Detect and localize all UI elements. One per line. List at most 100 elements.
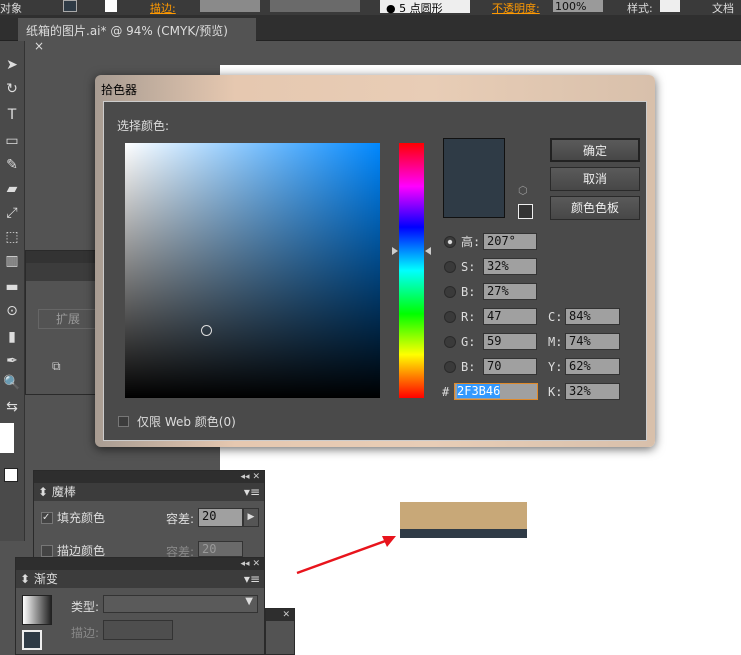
- divide-icon[interactable]: ⧉: [52, 359, 61, 374]
- saturation-radio[interactable]: [444, 260, 456, 273]
- fill-tolerance-input[interactable]: 20: [198, 508, 243, 527]
- red-input[interactable]: 47: [483, 308, 537, 325]
- panel-menu-icon[interactable]: ▾≡: [244, 483, 260, 501]
- collapse-icon[interactable]: ◂◂: [241, 559, 250, 569]
- brightness-row: B: 27%: [444, 283, 537, 300]
- stroke-tolerance-input[interactable]: 20: [198, 541, 243, 557]
- cyan-row: C: 84%: [548, 308, 620, 325]
- stroke-swatch[interactable]: [105, 0, 117, 12]
- object-label: 对象: [0, 2, 22, 15]
- color-cursor[interactable]: [201, 325, 212, 336]
- gradient-preview[interactable]: [22, 595, 52, 625]
- fill-color-option[interactable]: ✓ 填充颜色: [41, 509, 105, 526]
- magic-wand-tab[interactable]: ⬍ 魔棒 ▾≡: [34, 483, 264, 501]
- rectangle-tool-icon[interactable]: ▭: [2, 133, 22, 153]
- black-label: K:: [548, 384, 563, 399]
- hue-row: 高: 207°: [444, 233, 537, 250]
- gradient-stroke-buttons[interactable]: [103, 620, 173, 640]
- color-field[interactable]: [125, 143, 380, 398]
- style-swatch[interactable]: [660, 0, 680, 12]
- variable-width-select[interactable]: [270, 0, 360, 12]
- yellow-input[interactable]: 62%: [565, 358, 620, 375]
- hue-radio[interactable]: [444, 235, 456, 248]
- web-safe-swatch-icon[interactable]: [518, 204, 533, 219]
- close-icon[interactable]: ✕: [252, 472, 260, 482]
- document-tab[interactable]: 纸箱的图片.ai* @ 94% (CMYK/预览) ×: [18, 18, 256, 53]
- type-tool-icon[interactable]: T: [2, 107, 22, 127]
- fill-swatch[interactable]: [63, 0, 77, 12]
- web-only-label: 仅限 Web 颜色(0): [137, 415, 236, 429]
- red-label: R:: [461, 309, 476, 324]
- blue-input[interactable]: 70: [483, 358, 537, 375]
- hue-handle-left[interactable]: [392, 247, 398, 255]
- fill-tolerance-arrow-icon[interactable]: ▶: [243, 508, 259, 527]
- document-setup-button[interactable]: 文档: [712, 0, 734, 16]
- expand-button[interactable]: 扩展: [38, 309, 98, 329]
- magic-wand-title: 魔棒: [51, 485, 76, 499]
- green-input[interactable]: 59: [483, 333, 537, 350]
- eraser-tool-icon[interactable]: ▰: [2, 181, 22, 201]
- gamut-cube-icon[interactable]: ⬡: [518, 184, 528, 197]
- black-input[interactable]: 32%: [565, 383, 620, 400]
- scale-tool-icon[interactable]: ⤢: [2, 205, 22, 225]
- fill-stroke-icon[interactable]: [0, 423, 14, 453]
- red-row: R: 47: [444, 308, 537, 325]
- close-icon[interactable]: ×: [34, 39, 44, 53]
- free-transform-icon[interactable]: ⬚: [2, 229, 22, 249]
- column-graph-icon[interactable]: ▮: [2, 329, 22, 349]
- gradient-tool-icon[interactable]: ▬: [2, 279, 22, 299]
- artwork-brown-rect[interactable]: [400, 502, 527, 529]
- stroke-weight-input[interactable]: [200, 0, 260, 12]
- select-color-label: 选择颜色:: [117, 119, 170, 133]
- brightness-label: B:: [461, 284, 476, 299]
- panel-header: ◂◂ ✕: [34, 471, 264, 483]
- red-radio[interactable]: [444, 310, 456, 323]
- stroke-color-checkbox[interactable]: [41, 544, 53, 557]
- opacity-input[interactable]: 100%: [553, 0, 603, 13]
- saturation-input[interactable]: 32%: [483, 258, 537, 275]
- gradient-type-select[interactable]: ▼: [103, 595, 258, 613]
- brush-select[interactable]: ● 5 点圆形: [380, 0, 470, 15]
- cancel-button[interactable]: 取消: [550, 167, 640, 191]
- collapsed-panel: ✕: [265, 608, 295, 655]
- hue-handle-right[interactable]: [425, 247, 431, 255]
- gradient-fill-swatch[interactable]: [22, 630, 42, 650]
- eyedropper-icon[interactable]: ✒: [2, 353, 22, 373]
- lasso-tool-icon[interactable]: ↻: [2, 81, 22, 101]
- selection-tool-icon[interactable]: ➤: [2, 57, 22, 77]
- cyan-input[interactable]: 84%: [565, 308, 620, 325]
- ok-button[interactable]: 确定: [550, 138, 640, 162]
- style-label: 样式:: [627, 2, 653, 15]
- hue-input[interactable]: 207°: [483, 233, 537, 250]
- zoom-icon[interactable]: 🔍: [2, 375, 22, 395]
- pencil-tool-icon[interactable]: ✎: [2, 157, 22, 177]
- collapse-icon[interactable]: ◂◂: [241, 472, 250, 482]
- yellow-row: Y: 62%: [548, 358, 620, 375]
- blue-radio[interactable]: [444, 360, 456, 373]
- opacity-link[interactable]: 不透明度:: [492, 0, 540, 16]
- dialog-body: 选择颜色: ⬡ 确定 取消 颜色色板 高: 207° S: 32% B: 27% R:…: [103, 101, 647, 441]
- hex-input[interactable]: 2F3B46: [454, 383, 538, 400]
- graph-tool-icon[interactable]: ▥: [2, 253, 22, 273]
- artwork-dark-bar[interactable]: [400, 529, 527, 538]
- fill-color-label: 填充颜色: [57, 511, 106, 525]
- brightness-radio[interactable]: [444, 285, 456, 298]
- stroke-link[interactable]: 描边:: [150, 0, 176, 16]
- fill-color-checkbox[interactable]: ✓: [41, 511, 53, 524]
- swap-icon[interactable]: ⇆: [2, 399, 22, 419]
- magenta-input[interactable]: 74%: [565, 333, 620, 350]
- color-swatches-button[interactable]: 颜色色板: [550, 196, 640, 220]
- panel-menu-icon[interactable]: ▾≡: [244, 570, 260, 588]
- hue-slider[interactable]: [399, 143, 424, 398]
- gradient-tab[interactable]: ⬍ 渐变 ▾≡: [16, 570, 264, 588]
- brightness-input[interactable]: 27%: [483, 283, 537, 300]
- close-icon[interactable]: ✕: [252, 559, 260, 569]
- none-swatch-icon[interactable]: [4, 468, 18, 482]
- fill-tolerance-label: 容差:: [166, 512, 195, 526]
- saturation-row: S: 32%: [444, 258, 537, 275]
- green-radio[interactable]: [444, 335, 456, 348]
- gradient-stroke-label: 描边:: [71, 626, 100, 640]
- web-only-checkbox[interactable]: [118, 416, 129, 427]
- web-only-option[interactable]: 仅限 Web 颜色(0): [118, 413, 236, 430]
- shape-builder-icon[interactable]: ⊙: [2, 303, 22, 323]
